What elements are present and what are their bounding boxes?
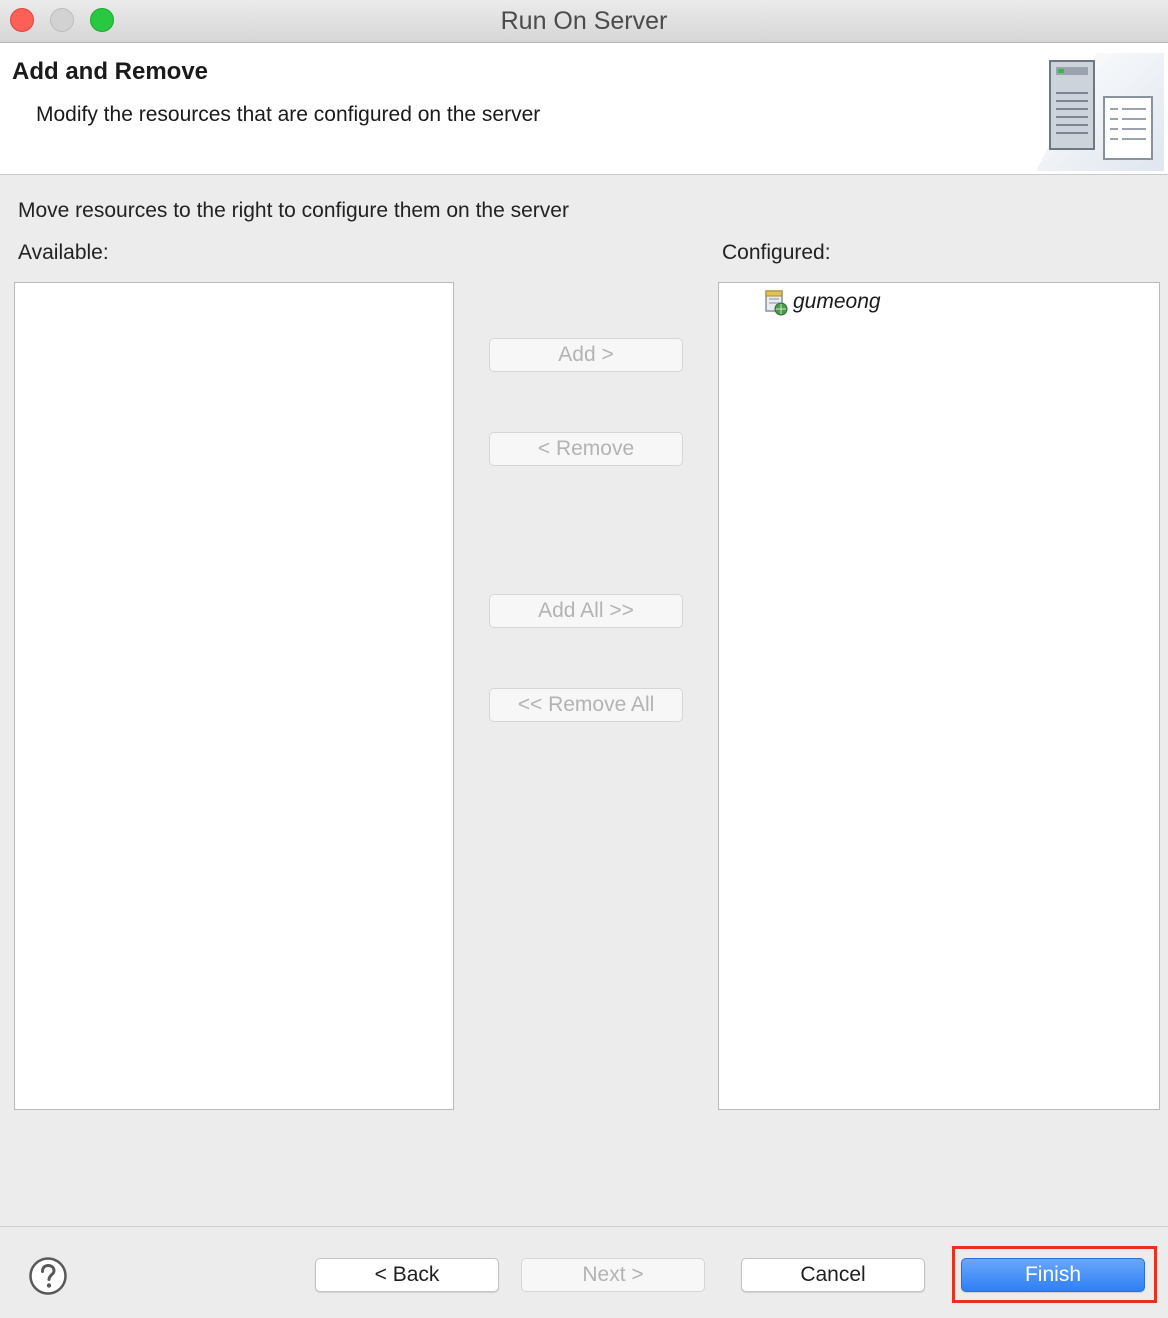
page-description: Modify the resources that are configured… xyxy=(36,103,541,126)
configured-item[interactable]: gumeong xyxy=(761,288,881,316)
remove-button[interactable]: < Remove xyxy=(489,432,683,466)
help-icon[interactable] xyxy=(28,1256,68,1296)
add-button[interactable]: Add > xyxy=(489,338,683,372)
back-button[interactable]: < Back xyxy=(315,1258,499,1292)
configured-list[interactable]: gumeong xyxy=(718,282,1160,1110)
web-project-icon xyxy=(765,290,788,316)
finish-button[interactable]: Finish xyxy=(961,1258,1145,1292)
add-all-button[interactable]: Add All >> xyxy=(489,594,683,628)
instruction-text: Move resources to the right to configure… xyxy=(18,199,569,222)
configured-item-label: gumeong xyxy=(793,290,881,313)
remove-all-button[interactable]: << Remove All xyxy=(489,688,683,722)
wizard-banner: Add and Remove Modify the resources that… xyxy=(0,43,1168,175)
footer-divider xyxy=(0,1226,1168,1227)
cancel-button[interactable]: Cancel xyxy=(741,1258,925,1292)
title-bar: Run On Server xyxy=(0,0,1168,43)
server-wizard-icon xyxy=(1036,53,1164,171)
available-label: Available: xyxy=(18,241,109,264)
next-button[interactable]: Next > xyxy=(521,1258,705,1292)
window-title: Run On Server xyxy=(500,7,668,35)
page-title: Add and Remove xyxy=(12,58,209,85)
configured-label: Configured: xyxy=(722,241,831,264)
available-list[interactable] xyxy=(14,282,454,1110)
